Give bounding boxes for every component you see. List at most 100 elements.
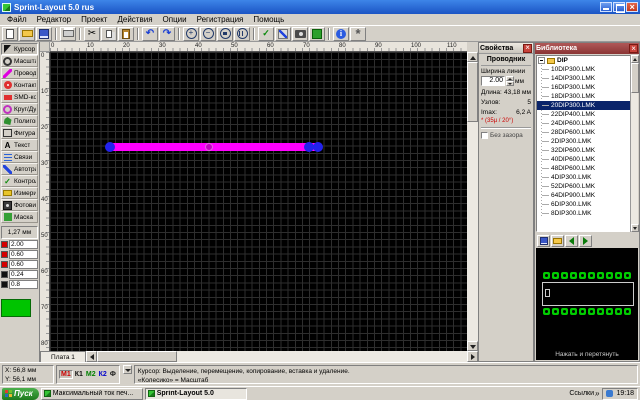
track-tool[interactable]: Проводник bbox=[1, 67, 38, 79]
mask-tool[interactable]: Маска bbox=[1, 211, 38, 223]
test-tool[interactable]: Контроль bbox=[1, 175, 38, 187]
layer-k1[interactable]: К1 bbox=[74, 371, 84, 378]
preset-row[interactable]: 0.8 bbox=[1, 280, 38, 289]
menu-item[interactable]: Файл bbox=[2, 15, 32, 24]
track-width-input[interactable]: 2.00 bbox=[481, 76, 505, 86]
library-close-button[interactable] bbox=[629, 44, 638, 53]
properties-close-button[interactable] bbox=[523, 44, 532, 53]
title-bar[interactable]: Sprint-Layout 5.0 rus bbox=[0, 0, 640, 14]
layer-dropdown[interactable] bbox=[123, 365, 132, 374]
width-spinner[interactable] bbox=[506, 76, 514, 86]
shape-tool[interactable]: Фигура bbox=[1, 127, 38, 139]
library-prev-button[interactable] bbox=[565, 235, 578, 247]
paste-button[interactable] bbox=[118, 27, 134, 41]
pcb-trace[interactable] bbox=[108, 143, 320, 151]
layer-f[interactable]: Ф bbox=[109, 371, 117, 378]
library-item[interactable]: 14DIP300.LMK bbox=[537, 74, 637, 83]
zoom-window-button[interactable] bbox=[217, 27, 233, 41]
scroll-left-icon[interactable] bbox=[86, 351, 97, 362]
zoom-tool[interactable]: Масштаб bbox=[1, 55, 38, 67]
measure-tool[interactable]: Измеритель bbox=[1, 187, 38, 199]
scroll-up-icon[interactable] bbox=[467, 52, 478, 62]
mask-button[interactable] bbox=[309, 27, 325, 41]
info-button[interactable] bbox=[333, 27, 349, 41]
active-layer-swatch[interactable] bbox=[1, 299, 31, 317]
component-preview[interactable]: Нажать и перетянуть bbox=[536, 248, 638, 360]
cut-button[interactable] bbox=[84, 27, 100, 41]
settings-gear-button[interactable] bbox=[350, 27, 366, 41]
clearance-checkbox[interactable] bbox=[481, 132, 488, 139]
grid-selector[interactable]: 1,27 мм bbox=[1, 226, 38, 239]
task-button[interactable]: Sprint-Layout 5.0 bbox=[145, 388, 247, 400]
menu-item[interactable]: Редактор bbox=[32, 15, 76, 24]
library-item[interactable]: 48DIP600.LMK bbox=[537, 164, 637, 173]
start-button[interactable]: Пуск bbox=[2, 388, 39, 400]
library-item[interactable]: 10DIP300.LMK bbox=[537, 65, 637, 74]
library-next-button[interactable] bbox=[579, 235, 592, 247]
maximize-button[interactable] bbox=[613, 2, 625, 12]
library-item[interactable]: 2DIP300.LMK bbox=[537, 137, 637, 146]
library-item[interactable]: 18DIP300.LMK bbox=[537, 92, 637, 101]
horizontal-scrollbar[interactable] bbox=[86, 351, 478, 362]
library-item[interactable]: 22DIP400.LMK bbox=[537, 110, 637, 119]
links-toolbar[interactable]: Ссылки bbox=[569, 389, 599, 398]
menu-item[interactable]: Помощь bbox=[248, 15, 289, 24]
menu-item[interactable]: Регистрация bbox=[192, 15, 249, 24]
text-tool[interactable]: Текст bbox=[1, 139, 38, 151]
task-button[interactable]: Максимальный ток печ... bbox=[41, 388, 143, 400]
library-scrollbar[interactable] bbox=[630, 55, 638, 232]
library-save-button[interactable] bbox=[537, 235, 550, 247]
smd-pad-tool[interactable]: SMD-конт. bbox=[1, 91, 38, 103]
preset-row[interactable]: 0.24 bbox=[1, 270, 38, 279]
open-folder-button[interactable] bbox=[19, 27, 35, 41]
preset-row[interactable]: 2.00 bbox=[1, 240, 38, 249]
scroll-up-icon[interactable] bbox=[631, 55, 639, 63]
preset-row[interactable]: 0.60 bbox=[1, 250, 38, 259]
horizontal-scroll-thumb[interactable] bbox=[97, 351, 177, 362]
zoom-all-button[interactable] bbox=[234, 27, 250, 41]
photo-view-button[interactable] bbox=[292, 27, 308, 41]
tray-icon[interactable] bbox=[606, 390, 613, 397]
library-item[interactable]: 24DIP600.LMK bbox=[537, 119, 637, 128]
minimize-button[interactable] bbox=[600, 2, 612, 12]
trace-node[interactable] bbox=[105, 142, 115, 152]
circle-tool[interactable]: Круг/Дуга bbox=[1, 103, 38, 115]
library-item[interactable]: 64DIP900.LMK bbox=[537, 191, 637, 200]
library-item[interactable]: 32DIP600.LMK bbox=[537, 146, 637, 155]
scroll-down-icon[interactable] bbox=[631, 224, 639, 232]
copy-button[interactable] bbox=[101, 27, 117, 41]
autoroute-button[interactable] bbox=[275, 27, 291, 41]
undo-button[interactable] bbox=[142, 27, 158, 41]
library-open-button[interactable] bbox=[551, 235, 564, 247]
photoview-tool[interactable]: Фотовид bbox=[1, 199, 38, 211]
board-tab[interactable]: Плата 1 bbox=[40, 351, 86, 362]
connections-tool[interactable]: Связи bbox=[1, 151, 38, 163]
close-button[interactable] bbox=[626, 2, 638, 12]
menu-item[interactable]: Проект bbox=[76, 15, 112, 24]
print-button[interactable] bbox=[60, 27, 76, 41]
scroll-down-icon[interactable] bbox=[467, 341, 478, 351]
spin-down-icon[interactable] bbox=[506, 81, 514, 86]
trace-midpoint[interactable] bbox=[205, 143, 213, 151]
library-item[interactable]: 6DIP300.LMK bbox=[537, 200, 637, 209]
library-item[interactable]: 28DIP600.LMK bbox=[537, 128, 637, 137]
zoom-in-button[interactable] bbox=[183, 27, 199, 41]
layer-k2[interactable]: К2 bbox=[98, 371, 108, 378]
library-item[interactable]: 8DIP300.LMK bbox=[537, 209, 637, 218]
polygon-tool[interactable]: Полигон bbox=[1, 115, 38, 127]
vertical-scroll-thumb[interactable] bbox=[467, 62, 478, 122]
layer-m1[interactable]: М1 bbox=[59, 370, 73, 379]
library-item[interactable]: 16DIP300.LMK bbox=[537, 83, 637, 92]
library-item[interactable]: 20DIP300.LMK bbox=[537, 101, 637, 110]
vertical-scrollbar[interactable] bbox=[467, 52, 478, 351]
zoom-out-button[interactable] bbox=[200, 27, 216, 41]
library-item[interactable]: 52DIP600.LMK bbox=[537, 182, 637, 191]
collapse-icon[interactable] bbox=[538, 57, 545, 64]
library-scroll-thumb[interactable] bbox=[631, 63, 639, 93]
preset-row[interactable]: 0.60 bbox=[1, 260, 38, 269]
library-root[interactable]: DIP bbox=[537, 56, 637, 65]
autoroute-tool[interactable]: Автотрасса bbox=[1, 163, 38, 175]
save-button[interactable] bbox=[36, 27, 52, 41]
menu-item[interactable]: Действия bbox=[112, 15, 157, 24]
new-file-button[interactable] bbox=[2, 27, 18, 41]
